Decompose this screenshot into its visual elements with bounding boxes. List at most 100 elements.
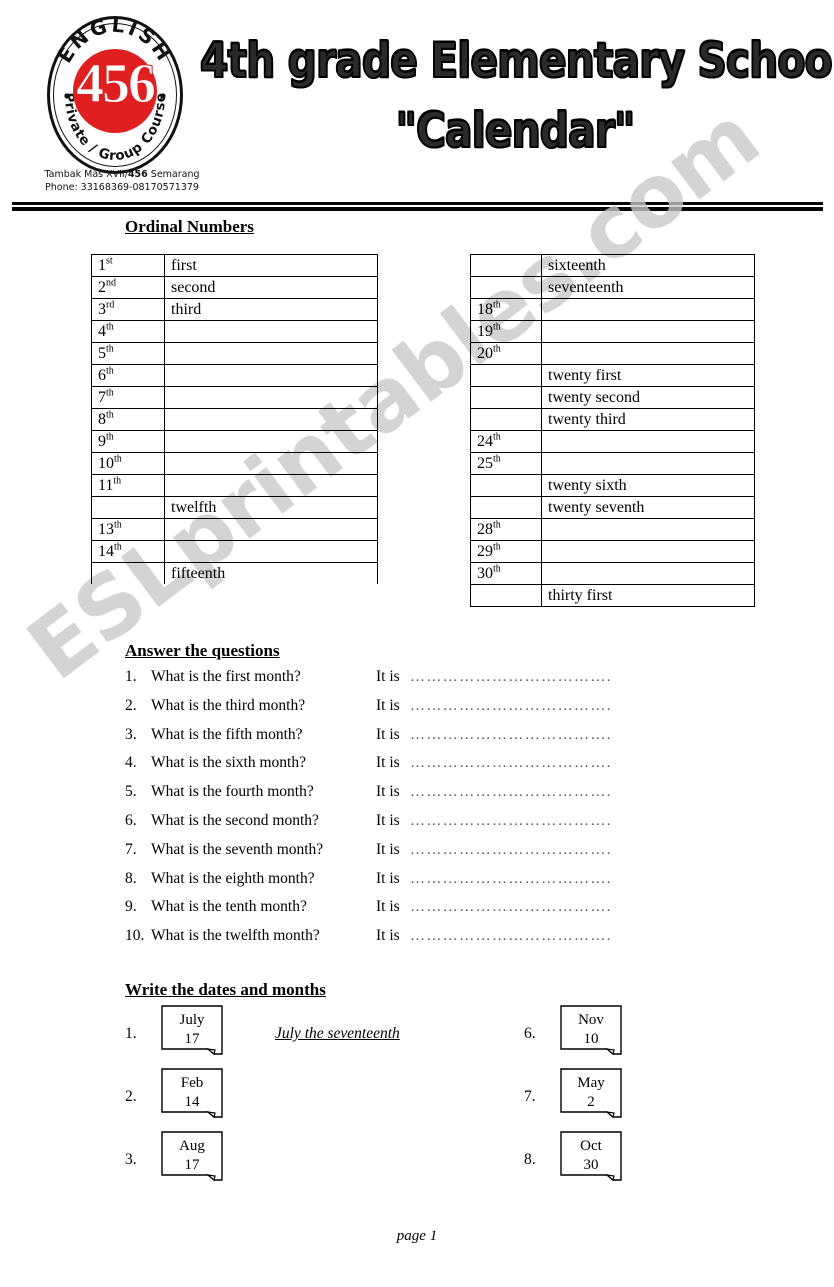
ordinal-suffix: th (493, 299, 501, 311)
question-row: 4. What is the sixth month? It is ………………………… (125, 754, 685, 783)
answer-blank-line[interactable]: ………………………………. (410, 813, 625, 830)
ordinal-word-cell: third (164, 298, 378, 321)
ordinal-numeral-cell (470, 254, 542, 277)
answer-blank-line[interactable]: ………………………………. (410, 899, 625, 916)
note-card-month: Feb (180, 1075, 204, 1091)
answer-prefix: It is (376, 725, 400, 743)
answer-blank-line[interactable]: ………………………………. (410, 727, 625, 744)
question-row: 8. What is the eighth month? It is ……………………… (125, 870, 685, 899)
ordinal-numeral-cell (91, 562, 165, 584)
answer-blank-line[interactable]: ………………………………. (410, 928, 625, 945)
table-row: 25th (470, 452, 755, 475)
ordinal-numeral-cell: 25th (470, 452, 542, 475)
table-row: 3rd third (91, 298, 378, 321)
answer-blank-line[interactable]: ………………………………. (410, 871, 625, 888)
ordinal-word-cell: fifteenth (164, 562, 378, 584)
ordinal-table-right: sixteenth seventeenth 18th 19th 20th twenty f… (470, 254, 755, 607)
table-row: 29th (470, 540, 755, 563)
question-index: 2. (125, 696, 137, 714)
ordinal-word-cell (541, 342, 755, 365)
ordinal-word-cell: thirty first (541, 584, 755, 607)
question-text: What is the twelfth month? (151, 927, 320, 945)
page-title-line-1: 4th grade Elementary School (199, 31, 834, 90)
table-row: 19th (470, 320, 755, 343)
ordinal-word-cell: twenty third (541, 408, 755, 431)
answer-prefix: It is (376, 668, 400, 685)
ordinal-numeral-cell: 20th (470, 342, 542, 365)
table-row: 4th (91, 320, 378, 343)
note-card: Nov 10 (560, 1005, 622, 1055)
note-card-text: Nov 10 (560, 1011, 622, 1049)
ordinal-word-cell (164, 474, 378, 497)
logo-address: Tambak Mas XVII/456 Semarang Phone: 3316… (27, 168, 217, 194)
ordinal-suffix: th (106, 365, 114, 377)
ordinal-word-cell: second (164, 276, 378, 299)
note-card-text: July 17 (161, 1011, 223, 1049)
table-row: 14th (91, 540, 378, 563)
note-card-month: Nov (578, 1012, 604, 1028)
note-card: Aug 17 (161, 1131, 223, 1181)
note-card: July 17 (161, 1005, 223, 1055)
question-row: 9. What is the tenth month? It is ………………………… (125, 898, 685, 927)
answer-blank-line[interactable]: ………………………………. (410, 784, 625, 801)
question-text: What is the eighth month? (151, 869, 315, 887)
ordinal-suffix: th (114, 453, 122, 465)
ordinal-numeral-cell: 1st (91, 254, 165, 277)
ordinal-numeral-cell (470, 474, 542, 497)
ordinal-word-cell (164, 364, 378, 387)
table-row: 11th (91, 474, 378, 497)
question-text: What is the sixth month? (151, 754, 306, 772)
question-index: 4. (125, 754, 137, 772)
school-logo: ENGLISH Private / Group Course 456 Tamba… (27, 16, 207, 193)
note-card-month: Oct (580, 1138, 602, 1154)
table-row: 18th (470, 298, 755, 321)
question-index: 3. (125, 725, 137, 743)
ordinal-word-cell (164, 540, 378, 563)
ordinal-suffix: th (493, 519, 501, 531)
page-title: 4th grade Elementary School "Calendar" (199, 31, 834, 160)
answer-blank-line[interactable]: ………………………………. (410, 842, 625, 859)
ordinal-suffix: th (493, 343, 501, 355)
question-index: 7. (125, 840, 137, 858)
answer-blank-line[interactable]: ………………………………. (410, 755, 625, 772)
table-row: 6th (91, 364, 378, 387)
note-card-day: 14 (184, 1094, 200, 1110)
ordinal-word-cell (541, 452, 755, 475)
question-index: 10. (125, 927, 145, 945)
ordinal-numeral-cell: 13th (91, 518, 165, 541)
note-card-text: Aug 17 (161, 1137, 223, 1175)
ordinal-numeral-cell (470, 386, 542, 409)
ordinal-word-cell: twenty second (541, 386, 755, 409)
table-row: twenty seventh (470, 496, 755, 519)
table-row: 9th (91, 430, 378, 453)
answer-prefix: It is (376, 811, 400, 829)
ordinal-word-cell (541, 430, 755, 453)
table-row: 8th (91, 408, 378, 431)
ordinal-table-left-body: 1st first 2nd second 3rd third 4th 5th 6th 7th 8th… (91, 254, 378, 584)
ordinal-numeral-cell: 24th (470, 430, 542, 453)
date-answer-text[interactable]: July the seventeenth (275, 1025, 400, 1043)
ordinal-numeral-cell: 4th (91, 320, 165, 343)
ordinal-word-cell: twelfth (164, 496, 378, 519)
date-item-index: 3. (125, 1151, 137, 1168)
ordinal-suffix: rd (106, 299, 115, 311)
answer-prefix: It is (376, 898, 400, 916)
header-divider (12, 202, 823, 211)
page-header: ENGLISH Private / Group Course 456 Tamba… (0, 0, 834, 211)
table-row: 7th (91, 386, 378, 409)
ordinal-suffix: nd (106, 277, 116, 289)
table-row: thirty first (470, 584, 755, 607)
table-row: sixteenth (470, 254, 755, 277)
question-text: What is the fifth month? (151, 725, 303, 743)
ordinal-suffix: th (493, 563, 501, 575)
question-index: 5. (125, 783, 137, 801)
answer-prefix: It is (376, 696, 400, 714)
question-index: 8. (125, 869, 137, 887)
answer-blank-line[interactable]: ………………………………. (410, 698, 625, 715)
answer-blank-line[interactable]: ………………………………. (410, 669, 625, 686)
ordinal-numeral-cell: 14th (91, 540, 165, 563)
logo-number: 456 (76, 53, 157, 115)
answer-prefix: It is (376, 869, 400, 887)
ordinal-numeral-cell (470, 364, 542, 387)
note-card: May 2 (560, 1068, 622, 1118)
